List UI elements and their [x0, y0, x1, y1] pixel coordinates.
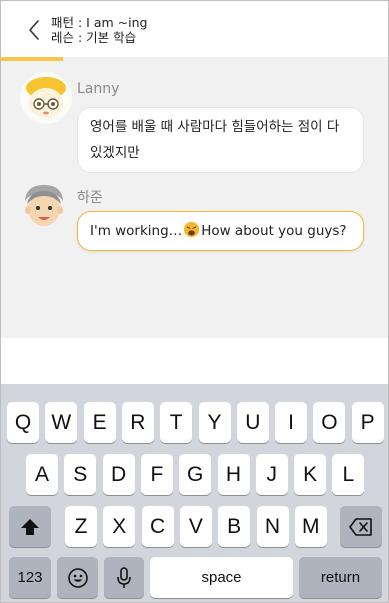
avatar-lanny[interactable] — [20, 72, 72, 124]
key-u[interactable]: U — [236, 402, 269, 443]
sender-name: 하준 — [77, 190, 103, 206]
key-i[interactable]: I — [275, 402, 308, 443]
boy-character-icon — [18, 179, 70, 231]
key-s[interactable]: S — [64, 454, 97, 495]
header-info: 패턴 : I am ~ing 레슨 : 기본 학습 — [51, 15, 147, 45]
space-key[interactable]: space — [150, 557, 293, 598]
pattern-label: 패턴 : I am ~ing — [51, 15, 148, 30]
key-m[interactable]: M — [294, 506, 327, 547]
sender-name: Lanny — [77, 81, 120, 97]
chat-area[interactable]: Lanny 영어를 배울 때 사람마다 힘들어하는 점이 다 있겠지만 하준 I… — [1, 61, 388, 338]
key-h[interactable]: H — [217, 454, 250, 495]
key-e[interactable]: E — [83, 402, 116, 443]
key-q[interactable]: Q — [7, 402, 39, 443]
key-z[interactable]: Z — [65, 506, 97, 547]
key-y[interactable]: Y — [198, 402, 231, 443]
key-o[interactable]: O — [313, 402, 346, 443]
app-frame: 패턴 : I am ~ing 레슨 : 기본 학습 Lanny 영어를 배울 때… — [0, 0, 389, 603]
key-k[interactable]: K — [294, 454, 327, 495]
message-text-start: I'm working… — [90, 223, 183, 239]
key-v[interactable]: V — [179, 506, 212, 547]
message-bubble-hajun[interactable]: I'm working… How about you guys? — [77, 211, 364, 251]
microphone-icon — [117, 566, 131, 588]
lesson-label: 레슨 : 기본 학습 — [51, 30, 137, 45]
message-text: 영어를 배울 때 사람마다 힘들어하는 점이 다 있겠지만 — [90, 119, 340, 161]
key-p[interactable]: P — [351, 402, 384, 443]
key-x[interactable]: X — [103, 506, 136, 547]
keyboard: 123 space return QWERTYUIOP ASDFGHJKL ZXCV… — [1, 384, 388, 602]
microphone-key[interactable] — [104, 557, 144, 598]
backspace-icon — [349, 517, 372, 536]
key-d[interactable]: D — [102, 454, 135, 495]
key-c[interactable]: C — [141, 506, 174, 547]
egg-character-icon — [20, 72, 72, 124]
avatar-hajun[interactable] — [18, 179, 70, 231]
message-bubble-lanny[interactable]: 영어를 배울 때 사람마다 힘들어하는 점이 다 있겠지만 — [77, 107, 364, 173]
header: 패턴 : I am ~ing 레슨 : 기본 학습 — [1, 1, 388, 57]
numbers-key[interactable]: 123 — [9, 557, 51, 598]
back-button[interactable] — [23, 15, 45, 45]
key-t[interactable]: T — [160, 402, 193, 443]
key-r[interactable]: R — [121, 402, 154, 443]
key-j[interactable]: J — [255, 454, 288, 495]
key-n[interactable]: N — [256, 506, 289, 547]
emoji-icon — [67, 567, 88, 588]
return-key[interactable]: return — [299, 557, 382, 598]
key-b[interactable]: B — [218, 506, 251, 547]
key-l[interactable]: L — [332, 454, 365, 495]
shift-arrow-icon — [21, 518, 39, 535]
weary-face-emoji-icon — [184, 221, 200, 238]
shift-key[interactable] — [9, 506, 51, 547]
emoji-key[interactable] — [57, 557, 98, 598]
key-a[interactable]: A — [26, 454, 58, 495]
key-w[interactable]: W — [45, 402, 78, 443]
chevron-left-icon — [29, 20, 39, 40]
message-text-end: How about you guys? — [201, 223, 347, 239]
message-input-area[interactable] — [1, 338, 388, 384]
backspace-key[interactable] — [340, 506, 382, 547]
key-f[interactable]: F — [140, 454, 173, 495]
key-g[interactable]: G — [179, 454, 212, 495]
